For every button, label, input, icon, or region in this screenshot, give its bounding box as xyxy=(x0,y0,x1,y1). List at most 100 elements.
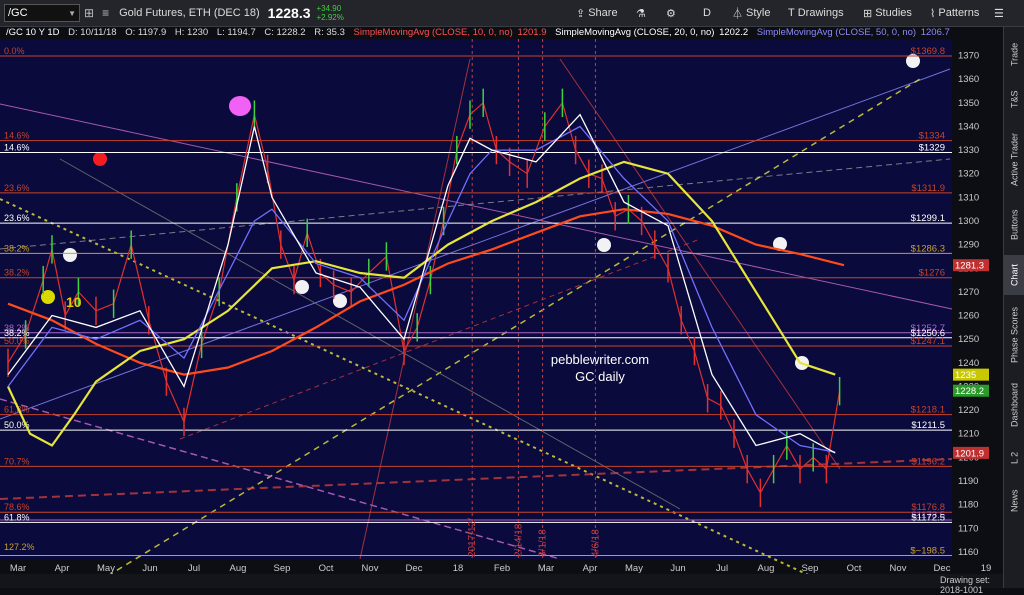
style-button[interactable]: ⏃ Style xyxy=(732,0,773,26)
sidebar-tab-dashboard[interactable]: Dashboard xyxy=(1004,375,1024,435)
chart-subtitle: GC daily xyxy=(575,369,625,384)
x-tick-label: May xyxy=(625,563,643,574)
x-tick-label: Apr xyxy=(583,563,598,574)
fib-level-percent: 14.6% xyxy=(4,142,30,152)
x-tick-label: Mar xyxy=(10,563,26,574)
price-tag-label: 1201.9 xyxy=(955,448,984,459)
change-percent: +2.92% xyxy=(316,13,344,22)
header-sma50-value: 1206.7 xyxy=(920,27,950,38)
price-axis-background xyxy=(952,39,1003,574)
fib-level-price: $1311.9 xyxy=(911,183,945,194)
instrument-name: Gold Futures, ETH (DEC 18) xyxy=(119,7,260,19)
fib-level-price: $1211.5 xyxy=(911,420,945,431)
y-tick-label: 1340 xyxy=(958,121,979,132)
date-marker-label: 2/14/18 xyxy=(513,523,524,557)
y-tick-label: 1160 xyxy=(958,547,978,558)
y-tick-label: 1360 xyxy=(958,74,979,85)
sidebar-tab-chart[interactable]: Chart xyxy=(1004,255,1024,295)
header-sma10-value: 1201.9 xyxy=(517,27,547,38)
y-tick-label: 1320 xyxy=(958,169,979,180)
fib-level-price: $1196.2 xyxy=(911,456,945,467)
drawings-button[interactable]: T Drawings xyxy=(788,0,847,26)
sidebar-tab-t-s[interactable]: T&S xyxy=(1004,79,1024,119)
x-tick-label: Oct xyxy=(847,563,862,574)
chart-title: pebblewriter.com xyxy=(551,352,649,367)
fib-level-percent: 78.6% xyxy=(4,502,30,512)
y-tick-label: 1290 xyxy=(958,240,979,251)
fib-level-price: $1247.1 xyxy=(911,336,945,347)
info-icon[interactable]: ⊞ xyxy=(84,6,94,20)
more-icon: ☰ xyxy=(994,7,1004,20)
x-tick-label: May xyxy=(97,563,115,574)
symbol-text: /GC xyxy=(8,7,28,19)
x-tick-label: Nov xyxy=(890,563,907,574)
price-tag-label: 1281.3 xyxy=(955,261,984,272)
share-icon: ⇪ xyxy=(576,7,586,20)
studies-button[interactable]: ⊞ Studies xyxy=(863,0,915,26)
fib-level-price: $1299.1 xyxy=(911,213,945,224)
fib-level-percent: 127.2% xyxy=(4,542,35,552)
share-button[interactable]: ⇪ Share xyxy=(576,0,621,26)
x-tick-label: Feb xyxy=(494,563,510,574)
sidebar-tab-buttons[interactable]: Buttons xyxy=(1004,199,1024,251)
y-tick-label: 1190 xyxy=(958,476,978,487)
y-tick-label: 1250 xyxy=(958,334,979,345)
footer-bar: Drawing set: 2018-1001 xyxy=(0,574,1003,595)
x-tick-label: Apr xyxy=(55,563,70,574)
y-tick-label: 1170 xyxy=(958,523,978,534)
patterns-icon: ⌇ xyxy=(930,7,936,20)
x-tick-label: 18 xyxy=(453,563,464,574)
fib-level-percent: 61.8% xyxy=(4,512,30,522)
y-tick-label: 1210 xyxy=(958,429,979,440)
price-tag-label: 1228.2 xyxy=(955,386,984,397)
header-symbol: /GC 10 Y 1D xyxy=(6,27,60,38)
right-sidebar: Trade T&S Active Trader Buttons Chart Phase S… xyxy=(1003,27,1024,588)
y-tick-label: 1220 xyxy=(958,405,979,416)
y-tick-label: 1270 xyxy=(958,287,979,298)
flask-icon: ⚗ xyxy=(636,7,646,20)
date-marker-label: 4/6/18 xyxy=(590,529,601,557)
marker-dot xyxy=(93,152,107,166)
sidebar-tab-l-2[interactable]: L 2 xyxy=(1004,439,1024,477)
date-marker-label: 2017/12/ xyxy=(467,518,478,557)
pen-icon: T xyxy=(788,7,795,19)
fib-level-price: $1369.8 xyxy=(911,46,945,57)
x-tick-label: Sep xyxy=(802,563,819,574)
y-tick-label: 1260 xyxy=(958,311,979,322)
price-tag-label: 1235 xyxy=(955,370,976,381)
patterns-button[interactable]: ⌇ Patterns xyxy=(930,0,982,26)
interval-button[interactable]: D xyxy=(703,0,714,26)
sidebar-tab-phase-scores[interactable]: Phase Scores xyxy=(1004,299,1024,371)
sidebar-tab-news[interactable]: News xyxy=(1004,481,1024,521)
header-date: D: 10/11/18 xyxy=(68,27,117,38)
x-tick-label: Jul xyxy=(716,563,728,574)
y-tick-label: 1180 xyxy=(958,500,978,511)
header-open: O: 1197.9 xyxy=(125,27,167,38)
x-tick-label: Sep xyxy=(274,563,291,574)
menu-icon[interactable]: ≡ xyxy=(102,6,109,20)
x-tick-label: Mar xyxy=(538,563,554,574)
gear-button[interactable]: ⚙ xyxy=(666,0,679,26)
last-price: 1228.3 xyxy=(267,5,311,21)
wave-annotation: 10 xyxy=(66,294,82,310)
price-chart[interactable]: $1369.8 $1334$1329 $1311.9 $1299.1 $1286.3 $1… xyxy=(0,39,1003,574)
gear-icon: ⚙ xyxy=(666,7,676,20)
flask-button[interactable]: ⚗ xyxy=(636,0,649,26)
header-sma20: SimpleMovingAvg (CLOSE, 20, 0, no) xyxy=(555,27,715,38)
fib-level-percent: 0.0% xyxy=(4,46,25,56)
drawing-set-label: Drawing set: 2018-1001 xyxy=(940,575,991,595)
fib-level-price: $1172.5 xyxy=(911,512,945,523)
sidebar-tab-trade[interactable]: Trade xyxy=(1004,33,1024,75)
date-marker-label: 3/1/18 xyxy=(538,529,549,557)
header-close: C: 1228.2 xyxy=(264,27,306,38)
x-tick-label: Jun xyxy=(142,563,157,574)
symbol-selector[interactable]: /GC ▼ xyxy=(4,4,80,22)
fib-level-price: $~198.5 xyxy=(910,545,945,556)
header-sma10: SimpleMovingAvg (CLOSE, 10, 0, no) xyxy=(353,27,513,38)
studies-icon: ⊞ xyxy=(863,7,873,20)
x-tick-label: Nov xyxy=(362,563,379,574)
more-button[interactable]: ☰ xyxy=(994,0,1007,26)
fib-level-percent: 23.6% xyxy=(4,183,30,193)
marker-dot xyxy=(597,238,611,252)
sidebar-tab-active-trader[interactable]: Active Trader xyxy=(1004,123,1024,195)
